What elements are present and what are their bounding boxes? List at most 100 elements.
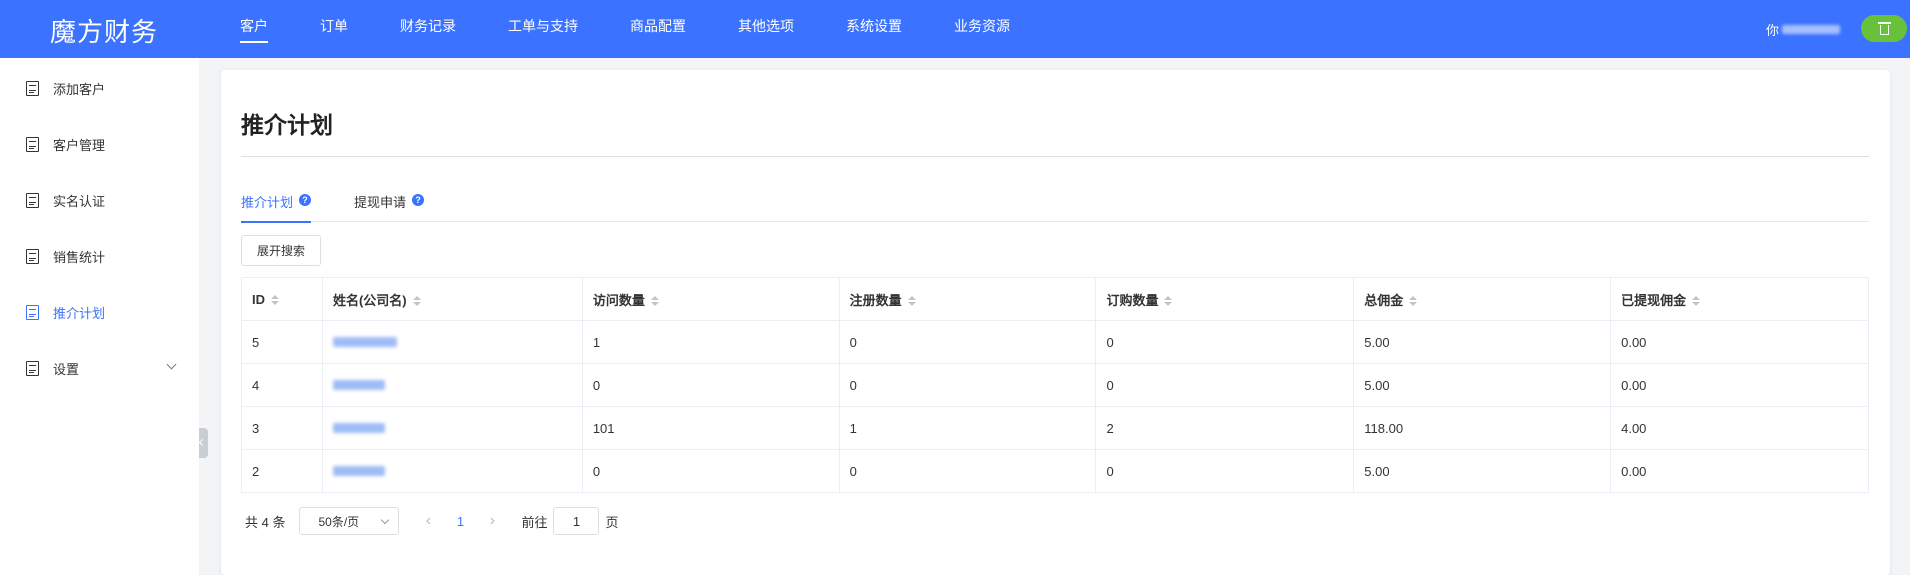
cell-name-link[interactable]	[321, 406, 583, 450]
cell-commission: 5.00	[1353, 449, 1612, 493]
cell-visits: 0	[581, 449, 840, 493]
cell-withdrawn: 0.00	[1610, 363, 1869, 407]
sort-icon[interactable]	[907, 296, 916, 307]
redacted-name	[332, 422, 385, 433]
sort-icon[interactable]	[650, 296, 659, 307]
sidebar-item-customer-management[interactable]: 客户管理	[0, 124, 199, 164]
nav-customers[interactable]: 客户	[240, 0, 268, 58]
table-row: 4 0 0 0 5.00 0.00	[241, 363, 1869, 407]
cell-registrations: 0	[838, 320, 1097, 364]
nav-product-config[interactable]: 商品配置	[630, 0, 686, 58]
nav-orders[interactable]: 订单	[320, 0, 348, 58]
pagination: 共 4 条 50条/页 ‹ 1 › 前往 页	[245, 507, 619, 535]
document-icon	[26, 192, 39, 208]
user-greeting[interactable]: 你	[1766, 20, 1841, 39]
divider	[241, 156, 1869, 157]
page-title: 推介计划	[241, 112, 333, 138]
column-header-label: 姓名(公司名)	[332, 292, 407, 308]
goto-suffix: 页	[605, 514, 619, 530]
cell-visits: 101	[581, 406, 840, 450]
column-header-label: 订购数量	[1106, 292, 1159, 308]
cell-orders: 0	[1095, 320, 1355, 364]
cell-name-link[interactable]	[321, 320, 583, 364]
column-header-id[interactable]: ID	[241, 277, 323, 321]
nav-tickets-support[interactable]: 工单与支持	[508, 0, 578, 58]
sort-icon[interactable]	[271, 295, 279, 306]
cell-name-link[interactable]	[321, 449, 583, 493]
column-header-label: 总佣金	[1364, 292, 1404, 308]
next-page-button[interactable]: ›	[477, 507, 507, 535]
trash-icon	[1877, 22, 1891, 35]
cell-id: 5	[241, 320, 323, 364]
sort-icon[interactable]	[1692, 296, 1701, 307]
nav-other-options[interactable]: 其他选项	[738, 0, 794, 58]
cell-commission: 118.00	[1353, 406, 1612, 450]
column-header-label: 访问数量	[592, 292, 645, 308]
sort-icon[interactable]	[1409, 296, 1418, 307]
page-number[interactable]: 1	[443, 514, 477, 529]
tab-withdrawal-requests[interactable]: 提现申请 ?	[354, 192, 425, 222]
redacted-name	[332, 379, 385, 390]
sidebar-item-add-customer[interactable]: 添加客户	[0, 68, 199, 108]
nav-business-resources[interactable]: 业务资源	[954, 0, 1010, 58]
sort-icon[interactable]	[412, 296, 421, 307]
sidebar-item-verification[interactable]: 实名认证	[0, 180, 199, 220]
main-card: 推介计划 推介计划 ? 提现申请 ? 展开搜索 ID 姓名(公司名) 访问数量 …	[221, 70, 1890, 575]
column-header-visits[interactable]: 访问数量	[581, 277, 840, 321]
brand-logo[interactable]: 魔方财务	[50, 12, 158, 49]
table-row: 3 101 1 2 118.00 4.00	[241, 406, 1869, 450]
sidebar-item-label: 实名认证	[53, 193, 106, 209]
column-header-label: 已提现佣金	[1621, 292, 1687, 308]
column-header-commission[interactable]: 总佣金	[1353, 277, 1612, 321]
table-row: 5 1 0 0 5.00 0.00	[241, 320, 1869, 364]
sidebar-item-settings[interactable]: 设置	[0, 348, 199, 388]
cell-registrations: 0	[838, 363, 1097, 407]
total-count: 共 4 条	[245, 514, 286, 530]
page-size-select[interactable]: 50条/页	[299, 507, 400, 535]
document-icon	[26, 304, 39, 320]
document-icon	[26, 136, 39, 152]
chevron-down-icon	[166, 359, 177, 370]
cell-orders: 0	[1095, 363, 1355, 407]
sidebar-collapse-handle[interactable]	[199, 428, 208, 458]
goto-label: 前往	[521, 514, 548, 530]
document-icon	[26, 360, 39, 376]
nav-system-settings[interactable]: 系统设置	[846, 0, 902, 58]
sidebar: 添加客户 客户管理 实名认证 销售统计 推介计划 设置	[0, 58, 199, 575]
cell-registrations: 1	[838, 406, 1097, 450]
cell-id: 3	[241, 406, 323, 450]
question-icon[interactable]: ?	[299, 194, 312, 206]
referral-table: ID 姓名(公司名) 访问数量 注册数量 订购数量 总佣金 已提现佣金 5 1 …	[241, 277, 1869, 493]
tab-label: 推介计划	[241, 195, 294, 210]
sidebar-item-sales-stats[interactable]: 销售统计	[0, 236, 199, 276]
cell-id: 4	[241, 363, 323, 407]
goto-page-input[interactable]	[553, 507, 600, 535]
question-icon[interactable]: ?	[412, 194, 425, 206]
expand-search-button[interactable]: 展开搜索	[241, 235, 321, 266]
page-size-value: 50条/页	[318, 514, 360, 529]
table-header-row: ID 姓名(公司名) 访问数量 注册数量 订购数量 总佣金 已提现佣金	[241, 277, 1869, 321]
column-header-withdrawn[interactable]: 已提现佣金	[1610, 277, 1869, 321]
sidebar-item-label: 添加客户	[53, 81, 106, 97]
sort-icon[interactable]	[1164, 296, 1173, 307]
column-header-label: ID	[252, 291, 265, 307]
sidebar-item-label: 推介计划	[53, 305, 106, 321]
column-header-orders[interactable]: 订购数量	[1095, 277, 1355, 321]
table-row: 2 0 0 0 5.00 0.00	[241, 449, 1869, 493]
cell-visits: 1	[581, 320, 840, 364]
cell-registrations: 0	[838, 449, 1097, 493]
sidebar-item-label: 设置	[53, 361, 80, 377]
logout-button[interactable]	[1861, 15, 1907, 42]
tab-referral-plan[interactable]: 推介计划 ?	[241, 192, 312, 223]
prev-page-button[interactable]: ‹	[413, 507, 443, 535]
cell-orders: 0	[1095, 449, 1355, 493]
cell-name-link[interactable]	[321, 363, 583, 407]
column-header-name[interactable]: 姓名(公司名)	[321, 277, 583, 321]
main-nav: 客户 订单 财务记录 工单与支持 商品配置 其他选项 系统设置 业务资源	[240, 0, 1062, 58]
sidebar-item-referral-plan[interactable]: 推介计划	[0, 292, 199, 332]
redacted-name	[332, 465, 385, 476]
nav-finance-records[interactable]: 财务记录	[400, 0, 456, 58]
column-header-registrations[interactable]: 注册数量	[838, 277, 1097, 321]
tab-label: 提现申请	[354, 195, 407, 210]
cell-withdrawn: 0.00	[1610, 449, 1869, 493]
